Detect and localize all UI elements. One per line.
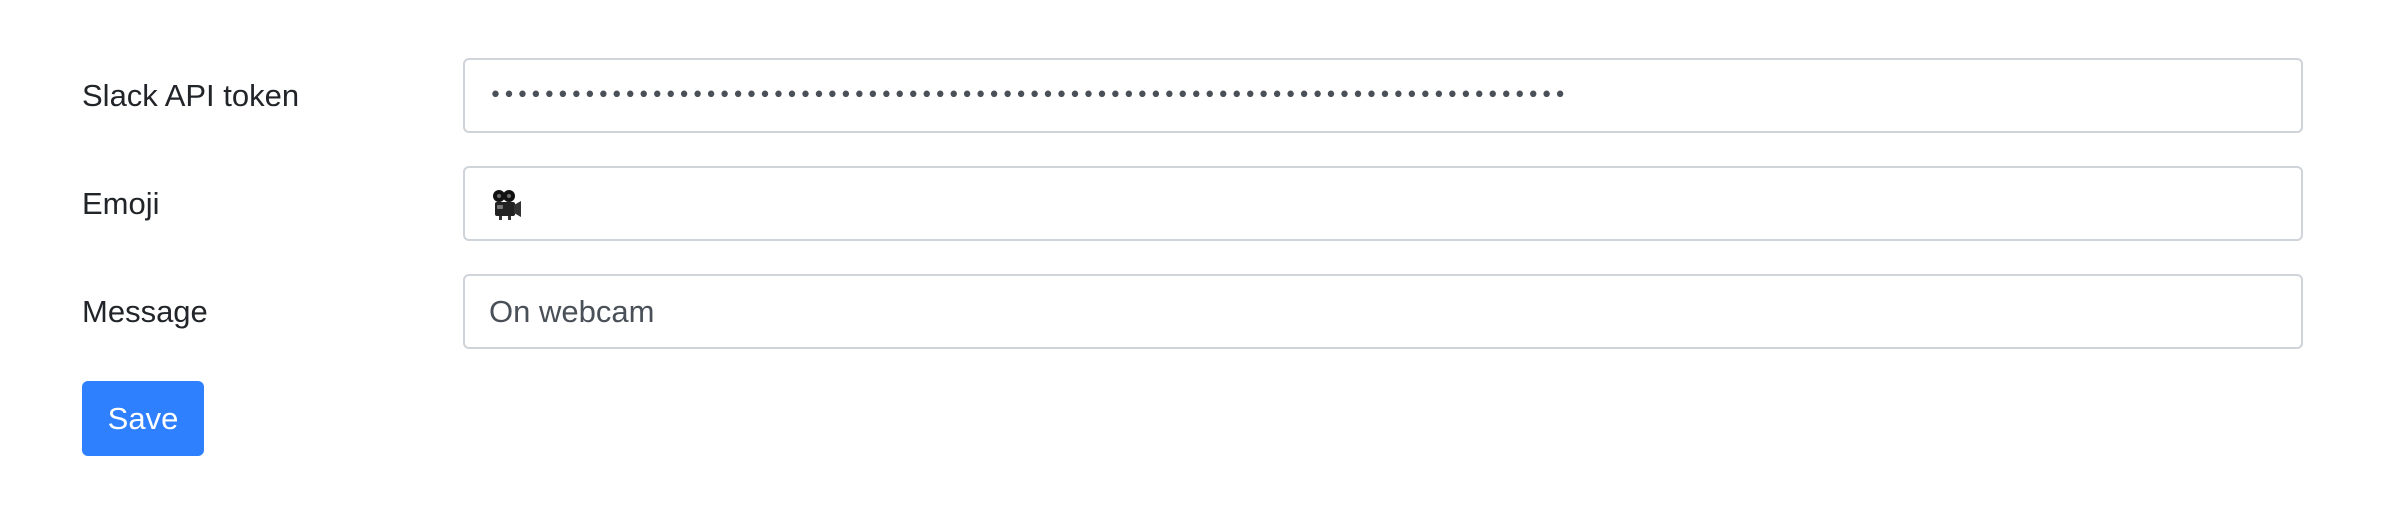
- slack-api-token-value: ••••••••••••••••••••••••••••••••••••••••…: [489, 83, 1568, 108]
- emoji-row: Emoji: [82, 166, 2303, 241]
- slack-api-token-row: Slack API token ••••••••••••••••••••••••…: [82, 58, 2303, 133]
- message-row: Message On webcam: [82, 274, 2303, 349]
- save-row: Save: [82, 381, 2303, 456]
- slack-api-token-input[interactable]: ••••••••••••••••••••••••••••••••••••••••…: [463, 58, 2303, 133]
- movie-camera-icon-graphic: [493, 189, 521, 220]
- slack-api-token-label: Slack API token: [82, 78, 300, 113]
- settings-form: Slack API token ••••••••••••••••••••••••…: [82, 58, 2303, 489]
- message-label: Message: [82, 294, 208, 329]
- movie-camera-icon: [489, 187, 523, 221]
- message-value: On webcam: [489, 293, 655, 329]
- emoji-input[interactable]: [463, 166, 2303, 241]
- emoji-label: Emoji: [82, 186, 160, 221]
- save-button[interactable]: Save: [82, 381, 204, 456]
- message-input[interactable]: On webcam: [463, 274, 2303, 349]
